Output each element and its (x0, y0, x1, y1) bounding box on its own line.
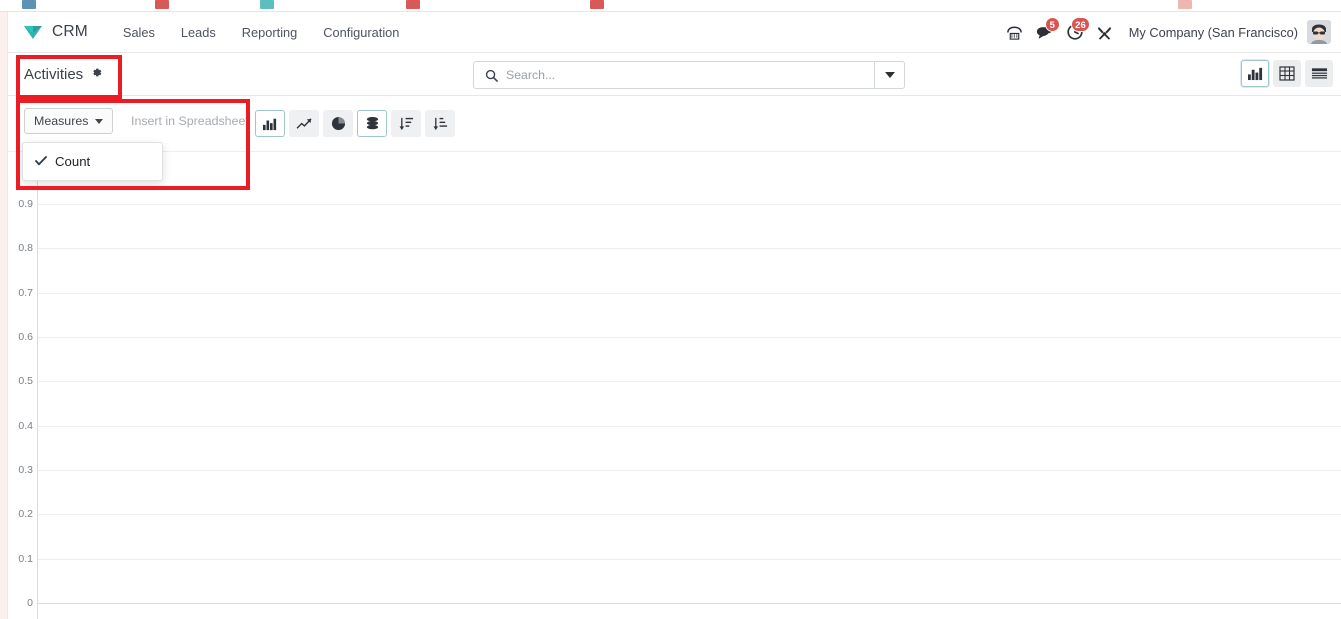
odoo-crm-activities-graph-view: CRM Sales Leads Reporting Configuration (0, 0, 1341, 619)
sort-ascending-button[interactable] (425, 110, 455, 137)
page-left-edge (0, 12, 8, 619)
y-axis-tick-label: 0.6 (18, 331, 33, 343)
chart-stacked-button[interactable] (357, 110, 387, 137)
messages-icon[interactable]: 5 (1030, 17, 1060, 47)
browser-favicon (155, 0, 169, 9)
chart-pie-button[interactable] (323, 110, 353, 137)
gridline (38, 292, 1341, 294)
gridline (38, 248, 1341, 250)
brand[interactable]: CRM (22, 23, 88, 41)
view-switcher (1241, 60, 1333, 87)
nav-links: Sales Leads Reporting Configuration (110, 21, 413, 44)
y-axis-tick-label: 0.7 (18, 286, 33, 299)
activities-count-badge: 26 (1071, 17, 1090, 32)
graph-canvas: 0.9 0.8 0.7 0.6 0.5 0.4 0.3 0.2 0.1 0 (8, 152, 1341, 619)
clock-activities-icon[interactable]: 26 (1060, 17, 1090, 47)
search-input[interactable] (506, 68, 874, 82)
browser-tab-strip (0, 0, 1341, 12)
control-panel: Activities (8, 53, 1341, 96)
browser-favicon (590, 0, 604, 9)
browser-favicon (22, 0, 36, 9)
chart-bar-button[interactable] (255, 110, 285, 137)
measures-dropdown: Count (22, 142, 163, 181)
search-icon (485, 69, 498, 82)
view-graph[interactable] (1241, 60, 1269, 87)
user-avatar[interactable] (1307, 20, 1331, 44)
gridline (38, 558, 1341, 560)
nav-link-reporting[interactable]: Reporting (229, 21, 311, 44)
y-axis-tick-label: 0.9 (18, 198, 33, 210)
systray: 5 26 My Company (San Francisco) (1000, 17, 1341, 47)
odoo-logo-icon (22, 23, 44, 41)
nav-link-sales[interactable]: Sales (110, 21, 168, 44)
measures-label: Measures (34, 114, 89, 128)
y-axis: 0.9 0.8 0.7 0.6 0.5 0.4 0.3 0.2 0.1 0 (8, 152, 37, 619)
y-axis-tick-label: 0.3 (18, 464, 33, 476)
chart-type-buttons (255, 110, 455, 137)
gridline (38, 381, 1341, 383)
browser-favicon (1178, 0, 1192, 9)
tools-wrench-icon[interactable] (1090, 17, 1120, 47)
brand-name: CRM (52, 23, 88, 40)
page-title: Activities (24, 65, 84, 83)
breadcrumb: Activities (24, 66, 103, 83)
y-axis-tick-label: 0.2 (18, 508, 33, 521)
gridline (38, 514, 1341, 516)
gridline (38, 603, 1341, 604)
view-pivot[interactable] (1273, 60, 1301, 87)
top-navbar: CRM Sales Leads Reporting Configuration (8, 12, 1341, 53)
y-axis-tick-label: 0.5 (18, 375, 33, 388)
graph-toolbar: Measures Insert in Spreadsheet (8, 96, 1341, 152)
view-list[interactable] (1305, 60, 1333, 87)
sort-descending-button[interactable] (391, 110, 421, 137)
chart-line-button[interactable] (289, 110, 319, 137)
nav-link-configuration[interactable]: Configuration (310, 21, 412, 44)
company-name[interactable]: My Company (San Francisco) (1129, 25, 1298, 40)
y-axis-tick-label: 0 (27, 597, 33, 609)
browser-favicon (260, 0, 274, 9)
y-axis-tick-label: 0.8 (18, 242, 33, 255)
plot-area (37, 152, 1341, 619)
messages-count-badge: 5 (1044, 17, 1060, 32)
measures-dropdown-item-count[interactable]: Count (23, 143, 162, 180)
y-axis-tick-label: 0.4 (18, 419, 33, 432)
phone-dialpad-icon[interactable] (1000, 17, 1030, 47)
search-bar[interactable] (473, 61, 905, 89)
insert-in-spreadsheet-button[interactable]: Insert in Spreadsheet (123, 108, 257, 134)
gear-icon[interactable] (90, 66, 103, 82)
y-axis-tick-label: 0.1 (18, 552, 33, 565)
gridline (38, 425, 1341, 427)
gridline (38, 470, 1341, 471)
nav-link-leads[interactable]: Leads (168, 21, 229, 44)
gridline (38, 337, 1341, 338)
measures-button[interactable]: Measures (24, 108, 114, 134)
chevron-down-icon (95, 118, 104, 124)
gridline (38, 204, 1341, 205)
chevron-down-icon[interactable] (874, 62, 904, 88)
browser-favicon (406, 0, 420, 9)
measures-dropdown-item-label: Count (55, 154, 91, 169)
check-icon (35, 155, 47, 169)
